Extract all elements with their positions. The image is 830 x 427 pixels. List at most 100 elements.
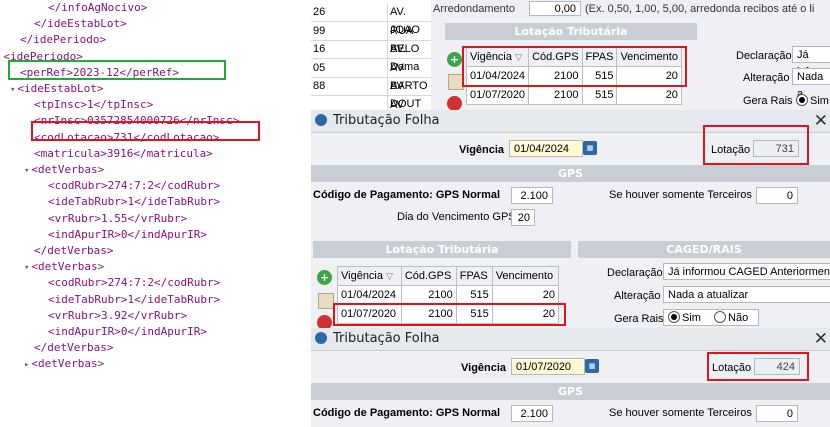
col-vigencia[interactable]: Vigência ▽ [337,266,402,286]
perref-highlight [8,60,226,80]
tributacao-dialog-top: Tributação Folha ✕ Vigência 01/04/2024 ▦… [311,110,830,238]
close-icon[interactable]: ✕ [814,111,828,131]
gera-rais-sim[interactable]: Sim [796,94,829,107]
gps-header: GPS [311,383,830,400]
gps-header: GPS [311,165,830,182]
xml-line: <vrRubr>3.92</vrRubr> [48,308,187,324]
alteracao-select[interactable]: Nada a atualizar [663,286,830,303]
alteracao-label: Alteração [614,290,661,302]
xml-text: <tpInsc>1</tpInsc> [34,98,154,112]
lotacao-highlight-top [703,125,809,165]
radio-icon [714,311,727,323]
radio-icon [796,94,808,106]
xml-text: <indApurIR>0</indApurIR> [48,227,207,241]
arredondamento-hint: (Ex. 0,50, 1,00, 5,00, arredonda recibos… [585,3,815,15]
delete-icon[interactable] [317,315,332,328]
table-row[interactable]: 01/04/2024 2100 515 20 [337,285,560,305]
terceiros-input[interactable]: 0 [756,187,798,204]
table-row[interactable]: 01/07/2020 2100 515 20 [465,85,682,105]
xml-line: <ideTabRubr>1</ideTabRubr> [48,292,220,308]
terceiros-input[interactable]: 0 [756,405,798,422]
list-item[interactable]: AV DAMA [311,95,431,110]
lotacao-tributaria-header: Lotação Tributária [313,241,571,258]
collapse-toggle-icon[interactable]: ▸ [24,360,29,370]
arredondamento-input[interactable]: 0,00 [529,1,581,16]
lotacao-tributaria-header: Lotação Tributária [445,23,697,40]
xml-line: ▾ <ideEstabLot> [10,81,104,97]
cod-pagamento-input[interactable]: 2.100 [511,187,553,204]
xml-line: </detVerbas> [34,243,113,259]
calendar-icon[interactable]: ▦ [585,359,599,373]
edit-icon[interactable] [318,293,334,309]
xml-text: <ideEstabLot> [17,82,104,95]
col-vencimento[interactable]: Vencimento [491,266,560,286]
gera-rais-sim[interactable]: Sim [668,311,701,324]
app-icon [315,114,327,126]
add-icon[interactable]: + [447,52,462,67]
vigencia-input[interactable]: 01/04/2024 [509,140,583,157]
xml-text: </infoAgNocivo> [48,1,148,14]
xml-text: </detVerbas> [34,341,114,355]
list-item[interactable]: 05 AV BARTO [311,58,431,95]
calendar-icon[interactable]: ▦ [583,141,597,155]
close-icon[interactable]: ✕ [814,329,828,349]
col-fpas[interactable]: FPAS [455,266,493,286]
collapse-toggle-icon[interactable]: ▾ [10,85,15,95]
xml-text: <ideTabRubr>1</ideTabRubr> [48,195,221,209]
add-icon[interactable]: + [317,270,332,285]
alteracao-select[interactable]: Nada a [792,68,830,100]
list-item-number: 88 [313,80,326,92]
delete-icon[interactable] [447,96,462,110]
xml-text: <indApurIR>0</indApurIR> [48,325,207,338]
xml-line: <indApurIR>0</indApurIR> [48,227,207,243]
xml-line: ▾ <detVerbas> [24,259,105,275]
xml-text: <codRubr>274:7:2</codRubr> [48,276,221,290]
codlotacao-highlight [31,121,260,141]
xml-text: <detVerbas> [31,357,105,371]
xml-text: <vrRubr>1.55</vrRubr> [48,211,188,225]
xml-text: </detVerbas> [34,244,114,257]
caged-rais-header: CAGED/RAIS [578,241,830,258]
xml-viewer: </infoAgNocivo> </ideEstabLot> </idePeriod… [0,0,310,427]
list-item[interactable]: 99 RUA BELO [311,21,431,58]
xml-text: <ideTabRubr>1</ideTabRubr> [48,292,221,306]
list-item[interactable]: 26 AV. JOAO [311,3,431,39]
xml-text: <codRubr>274:7:2</codRubr> [48,179,221,193]
xml-line: <codRubr>274:7:2</codRubr> [48,275,220,291]
cod-pagamento-label: Código de Pagamento: GPS Normal [313,407,501,419]
declaracao-label: Declaração [607,267,663,279]
arredondamento-label: Arredondamento [433,3,515,15]
xml-line: </infoAgNocivo> [48,0,147,16]
gera-rais-nao[interactable]: Não [714,311,748,324]
collapse-toggle-icon[interactable]: ▾ [24,166,29,176]
tributacao-dialog-bottom: Tributação Folha ✕ Vigência 01/07/2020 ▦… [311,328,830,427]
list-item-number: 05 [313,61,326,74]
xml-text: </idePeriodo> [20,33,107,47]
vigencia-input[interactable]: 01/07/2020 [511,358,585,375]
gera-rais-label: Gera Rais [614,313,664,325]
declaracao-label: Declaração [736,50,792,62]
vigencia-label: Vigência [459,144,505,156]
bottom-window: Lotação Tributária CAGED/RAIS + Vigência… [311,238,830,328]
list-item[interactable]: 16 AV. Dama [311,40,431,76]
collapse-toggle-icon[interactable]: ▾ [24,263,29,273]
declaracao-select[interactable]: Já info [792,46,830,78]
dia-vencimento-input[interactable]: 20 [511,209,535,226]
declaracao-select[interactable]: Já informou CAGED Anteriormente [663,263,830,280]
xml-text: <detVerbas> [31,260,105,274]
collapse-toggle-icon[interactable]: ▾ [0,53,1,63]
gera-rais-group: Sim Não [663,309,759,326]
xml-line: <tpInsc>1</tpInsc> [34,97,153,113]
dialog-title: Tributação Folha [333,331,440,346]
cod-pagamento-input[interactable]: 2.100 [511,405,553,422]
xml-line: <matricula>3916</matricula> [34,146,213,162]
col-cod-gps[interactable]: Cód.GPS [400,266,457,286]
list-item[interactable]: 88 AV DOUT [311,77,431,110]
alteracao-label: Alteração [743,72,790,84]
xml-text: <matricula>3916</matricula> [34,146,213,160]
dialog-titlebar: Tributação Folha ✕ [311,328,830,351]
background-list: 26 AV. JOAO 99 RUA BELO 16 AV. Dama 05 AV BARTO… [311,0,431,110]
top-grid-highlight [462,46,687,87]
list-item-number: 16 [313,43,326,55]
xml-text: </ideEstabLot> [34,17,127,31]
